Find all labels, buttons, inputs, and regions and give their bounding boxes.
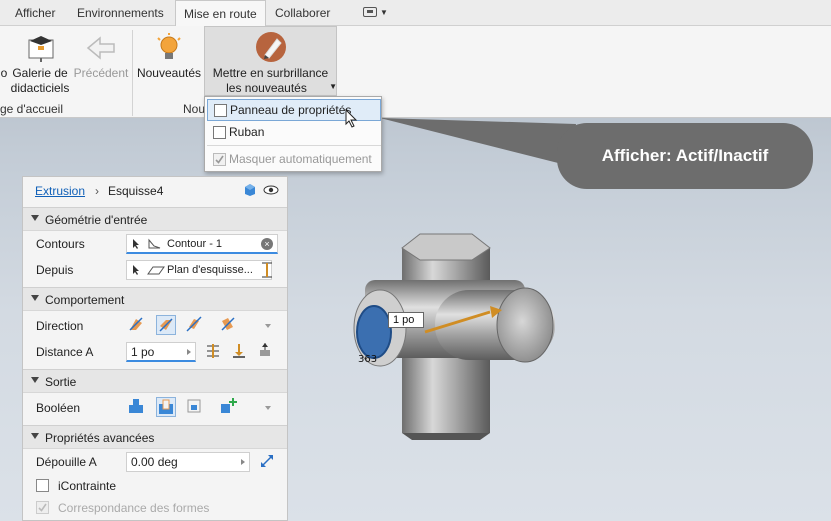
ribbon-tab-bar: Afficher Environnements Mise en route Co… (0, 0, 831, 27)
match-shape-checkbox[interactable] (36, 501, 49, 514)
direction-label: Direction (36, 319, 84, 333)
from-offset-icon[interactable] (260, 261, 274, 279)
tutorial-gallery-icon (28, 36, 54, 62)
from-label: Depuis (36, 263, 74, 277)
direction-flipped-icon[interactable] (156, 315, 176, 335)
ribbon: o Galerie de didacticiels Précédent Nouv… (0, 26, 831, 118)
chevron-down-icon[interactable] (265, 406, 271, 410)
collapse-triangle-icon (31, 295, 39, 301)
menu-item-auto-hide[interactable]: Masquer automatiquement (207, 149, 381, 171)
taper-label: Dépouille A (36, 455, 97, 469)
highlight-dropdown-menu: Panneau de propriétés Ruban Masquer auto… (204, 96, 382, 172)
boolean-cut-icon[interactable] (156, 397, 176, 417)
clear-selection-icon[interactable]: × (261, 238, 273, 250)
distance-dimension-label[interactable]: 1 po (388, 312, 424, 328)
direction-default-icon[interactable] (127, 315, 147, 335)
whats-new-button[interactable]: Nouveautés (136, 26, 202, 102)
checkbox-icon (214, 104, 227, 117)
chevron-down-icon[interactable]: ▼ (380, 8, 388, 17)
collapse-triangle-icon (31, 433, 39, 439)
iconstraint-checkbox[interactable] (36, 479, 49, 492)
galerie-label-1: Galerie de (12, 66, 68, 80)
from-selector[interactable]: Plan d'esquisse... (126, 260, 272, 280)
tab-collaborer[interactable]: Collaborer (275, 0, 330, 26)
distance-label: Distance A (36, 345, 94, 359)
section-input-geometry[interactable]: Géométrie d'entrée (23, 207, 287, 231)
section-output[interactable]: Sortie (23, 369, 287, 393)
arrow-left-icon (86, 36, 115, 60)
tab-afficher[interactable]: Afficher (15, 0, 55, 26)
face-label: 363 (358, 354, 377, 365)
ribbon-partial-button[interactable]: o (0, 26, 8, 102)
highlight-new-button[interactable]: Mettre en surbrillance les nouveautés ▼ (204, 26, 337, 96)
property-panel-header: Extrusion › Esquisse4 (23, 177, 287, 205)
section-advanced-properties[interactable]: Propriétés avancées (23, 425, 287, 449)
panel-label-accueil: ge d'accueil (0, 102, 63, 116)
property-panel: Extrusion › Esquisse4 Géométrie d'entrée… (22, 176, 288, 521)
tab-mise-en-route[interactable]: Mise en route (175, 0, 266, 27)
checkbox-icon (213, 153, 226, 166)
boolean-join-icon[interactable] (127, 397, 147, 417)
whats-new-label: Nouveautés (136, 66, 202, 80)
previous-button[interactable]: Précédent (72, 26, 130, 102)
eye-icon[interactable] (263, 184, 279, 196)
highlight-label-2: les nouveautés (226, 81, 307, 95)
select-cursor-icon (133, 238, 161, 249)
profiles-label: Contours (36, 237, 85, 251)
boolean-intersect-icon[interactable] (185, 397, 205, 417)
boolean-label: Booléen (36, 401, 81, 415)
distance-through-icon[interactable] (205, 343, 221, 359)
taper-flip-icon[interactable] (259, 453, 275, 469)
highlighter-icon (256, 32, 286, 62)
breadcrumb-feature[interactable]: Extrusion (35, 184, 85, 198)
callout-text: Afficher: Actif/Inactif (601, 146, 769, 165)
match-shape-label: Correspondance des formes (58, 501, 210, 515)
galerie-label-2: didacticiels (10, 81, 70, 95)
distance-input[interactable]: 1 po (126, 342, 196, 362)
direction-asymmetric-icon[interactable] (219, 315, 239, 335)
panel-toggle-icon[interactable] (363, 7, 377, 17)
chevron-right-icon[interactable] (187, 349, 191, 355)
profiles-selector[interactable]: Contour - 1 × (126, 234, 278, 254)
callout-bubble: Afficher: Actif/Inactif (557, 123, 813, 189)
3d-model-view[interactable]: 363 (340, 220, 570, 440)
breadcrumb-sketch: Esquisse4 (108, 184, 164, 198)
panel-label-nouveautes: Nou (183, 102, 206, 116)
direction-symmetric-icon[interactable] (185, 315, 205, 335)
previous-label: Précédent (73, 66, 129, 80)
distance-to-icon[interactable] (231, 343, 247, 359)
distance-between-icon[interactable] (257, 342, 273, 358)
lightbulb-icon (157, 33, 181, 59)
checkbox-icon (213, 126, 226, 139)
chevron-right-icon: › (95, 184, 99, 198)
boolean-new-solid-icon[interactable] (219, 397, 239, 417)
taper-input[interactable]: 0.00 deg (126, 452, 250, 472)
chevron-down-icon[interactable] (265, 324, 271, 328)
menu-separator (207, 145, 381, 146)
chevron-down-icon: ▼ (329, 82, 337, 91)
tutorial-gallery-button[interactable]: Galerie de didacticiels (10, 26, 70, 102)
select-cursor-icon (133, 265, 165, 275)
collapse-triangle-icon (31, 377, 39, 383)
tab-environnements[interactable]: Environnements (77, 0, 164, 26)
highlight-label-1: Mettre en surbrillance (212, 66, 329, 80)
cube-icon[interactable] (243, 183, 257, 197)
section-behavior[interactable]: Comportement (23, 287, 287, 311)
ribbon-separator (132, 30, 133, 116)
chevron-right-icon[interactable] (241, 459, 245, 465)
collapse-triangle-icon (31, 215, 39, 221)
mouse-cursor-icon (345, 109, 358, 128)
iconstraint-label: iContrainte (58, 479, 117, 493)
